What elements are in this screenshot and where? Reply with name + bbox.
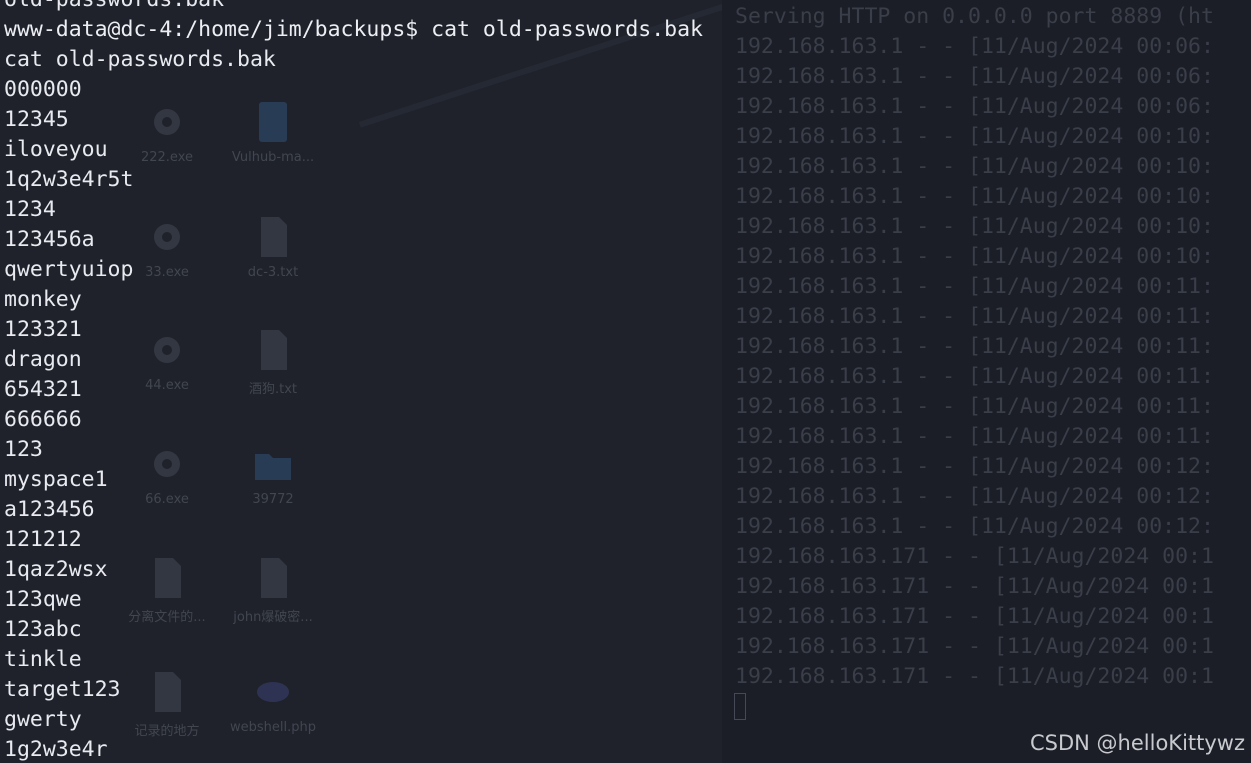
server-log-line: 192.168.163.1 - - [11/Aug/2024 00:10: xyxy=(735,124,1214,149)
server-log-line: 192.168.163.171 - - [11/Aug/2024 00:1 xyxy=(735,604,1214,629)
terminal-pane[interactable]: old-passwords.bak www-data@dc-4:/home/ji… xyxy=(4,0,720,763)
terminal-output-line: 123qwe xyxy=(4,587,82,612)
server-log-line: 192.168.163.1 - - [11/Aug/2024 00:10: xyxy=(735,214,1214,239)
terminal-output-line: 12345 xyxy=(4,107,69,132)
terminal-cursor xyxy=(734,693,746,720)
server-log-line: 192.168.163.1 - - [11/Aug/2024 00:10: xyxy=(735,244,1214,269)
terminal-output-line: 1q2w3e4r5t xyxy=(4,167,134,192)
csdn-watermark: CSDN @helloKittywz xyxy=(1030,731,1245,755)
terminal-output-line: 123abc xyxy=(4,617,82,642)
terminal-output-line: myspace1 xyxy=(4,467,108,492)
terminal-echo-line: cat old-passwords.bak xyxy=(4,47,276,72)
server-log-line: 192.168.163.1 - - [11/Aug/2024 00:11: xyxy=(735,394,1214,419)
server-log-line: 192.168.163.1 - - [11/Aug/2024 00:10: xyxy=(735,154,1214,179)
terminal-prompt-line: www-data@dc-4:/home/jim/backups$ cat old… xyxy=(4,17,703,42)
server-log-line: 192.168.163.1 - - [11/Aug/2024 00:06: xyxy=(735,64,1214,89)
server-log-line: 192.168.163.1 - - [11/Aug/2024 00:11: xyxy=(735,334,1214,359)
terminal-output-line: 1qaz2wsx xyxy=(4,557,108,582)
terminal-output-line: 654321 xyxy=(4,377,82,402)
terminal-output-line: 123456a xyxy=(4,227,95,252)
server-log-line: 192.168.163.1 - - [11/Aug/2024 00:06: xyxy=(735,34,1214,59)
server-log-line: 192.168.163.1 - - [11/Aug/2024 00:11: xyxy=(735,304,1214,329)
terminal-output-line: 000000 xyxy=(4,77,82,102)
terminal-output-line: dragon xyxy=(4,347,82,372)
server-log-header: Serving HTTP on 0.0.0.0 port 8889 (ht xyxy=(735,4,1214,29)
server-log-line: 192.168.163.171 - - [11/Aug/2024 00:1 xyxy=(735,664,1214,689)
server-log-line: 192.168.163.1 - - [11/Aug/2024 00:11: xyxy=(735,424,1214,449)
server-log-line: 192.168.163.1 - - [11/Aug/2024 00:12: xyxy=(735,454,1214,479)
server-log-line: 192.168.163.1 - - [11/Aug/2024 00:06: xyxy=(735,94,1214,119)
terminal-output-line: tinkle xyxy=(4,647,82,672)
server-log-line: 192.168.163.171 - - [11/Aug/2024 00:1 xyxy=(735,634,1214,659)
terminal-output-line: a123456 xyxy=(4,497,95,522)
terminal-partial-line: old-passwords.bak xyxy=(4,0,720,15)
server-log-lines: Serving HTTP on 0.0.0.0 port 8889 (ht 19… xyxy=(735,2,1251,692)
terminal-output-line: 1234 xyxy=(4,197,56,222)
http-server-log-pane[interactable]: Serving HTTP on 0.0.0.0 port 8889 (ht 19… xyxy=(722,0,1251,763)
server-log-line: 192.168.163.1 - - [11/Aug/2024 00:12: xyxy=(735,484,1214,509)
terminal-output-line: iloveyou xyxy=(4,137,108,162)
terminal-output-line: 123321 xyxy=(4,317,82,342)
server-log-line: 192.168.163.1 - - [11/Aug/2024 00:11: xyxy=(735,274,1214,299)
terminal-output-line: target123 xyxy=(4,677,121,702)
server-log-line: 192.168.163.1 - - [11/Aug/2024 00:11: xyxy=(735,364,1214,389)
terminal-output-line: 123 xyxy=(4,437,43,462)
terminal-output-line: monkey xyxy=(4,287,82,312)
server-log-line: 192.168.163.171 - - [11/Aug/2024 00:1 xyxy=(735,574,1214,599)
server-log-line: 192.168.163.1 - - [11/Aug/2024 00:10: xyxy=(735,184,1214,209)
terminal-output-line: 666666 xyxy=(4,407,82,432)
terminal-output-line: gwerty xyxy=(4,707,82,732)
terminal-output-line: qwertyuiop xyxy=(4,257,134,282)
terminal-output-line: 121212 xyxy=(4,527,82,552)
server-log-line: 192.168.163.171 - - [11/Aug/2024 00:1 xyxy=(735,544,1214,569)
server-log-line: 192.168.163.1 - - [11/Aug/2024 00:12: xyxy=(735,514,1214,539)
terminal-output-line: 1g2w3e4r xyxy=(4,737,108,762)
